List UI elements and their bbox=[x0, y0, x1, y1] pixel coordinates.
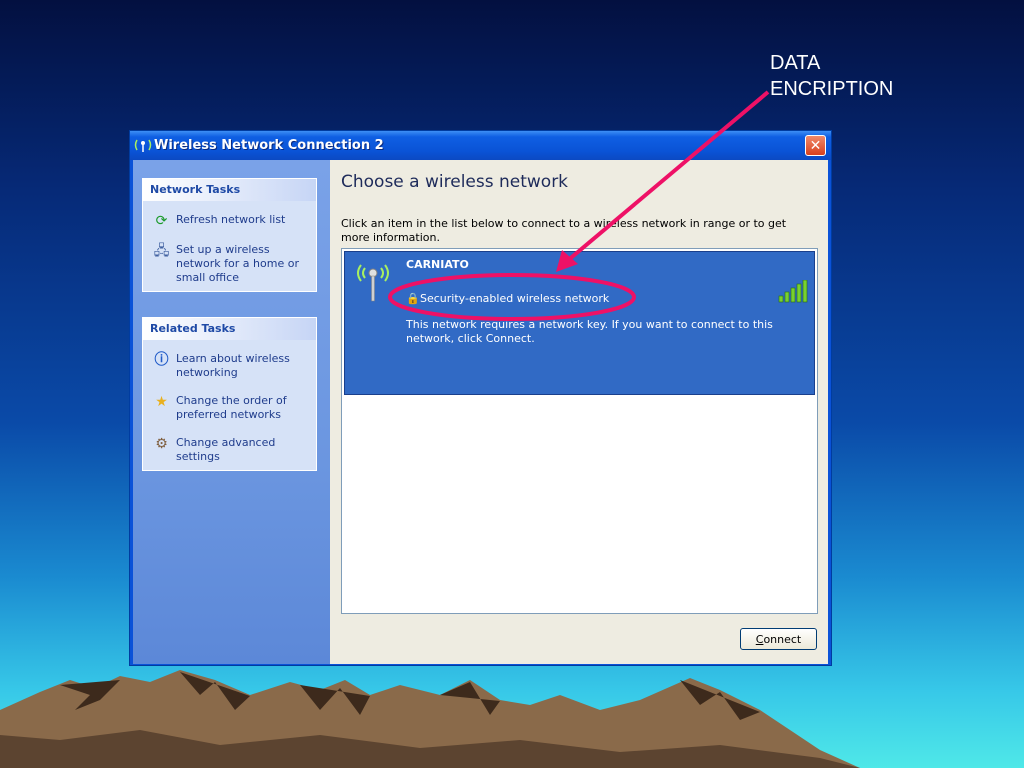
task-label: Change the order of preferred networks bbox=[176, 394, 287, 421]
main-pane: Choose a wireless network Click an item … bbox=[330, 160, 828, 664]
related-tasks-header: Related Tasks bbox=[143, 318, 316, 340]
signal-strength-icon bbox=[778, 280, 808, 303]
close-icon: ✕ bbox=[809, 138, 822, 154]
title-bar[interactable]: Wireless Network Connection 2 ✕ bbox=[130, 131, 831, 160]
network-list[interactable]: CARNIATO 🔒Security-enabled wireless netw… bbox=[341, 248, 818, 614]
list-item-network[interactable]: CARNIATO 🔒Security-enabled wireless netw… bbox=[344, 251, 815, 395]
task-label: Change advanced settings bbox=[176, 436, 276, 463]
window-client: Network Tasks ⟳ Refresh network list 🖧 S… bbox=[133, 160, 828, 664]
signal-bar bbox=[778, 295, 784, 303]
security-label: Security-enabled wireless network bbox=[420, 292, 610, 305]
wireless-title-icon bbox=[134, 139, 152, 152]
info-icon: ⓘ bbox=[154, 352, 169, 368]
task-label: Refresh network list bbox=[176, 213, 286, 226]
settings-icon: ⚙ bbox=[155, 436, 168, 452]
close-button[interactable]: ✕ bbox=[805, 135, 826, 156]
task-setup-wireless[interactable]: 🖧 Set up a wireless network for a home o… bbox=[143, 235, 316, 291]
setup-wireless-icon: 🖧 bbox=[153, 243, 170, 259]
window-title: Wireless Network Connection 2 bbox=[154, 138, 384, 153]
signal-bar bbox=[790, 287, 796, 303]
lock-icon: 🔒 bbox=[406, 292, 420, 305]
network-security: 🔒Security-enabled wireless network bbox=[406, 292, 609, 305]
related-tasks-box: Related Tasks ⓘ Learn about wireless net… bbox=[142, 317, 317, 471]
task-label: Learn about wireless networking bbox=[176, 352, 290, 379]
network-tasks-box: Network Tasks ⟳ Refresh network list 🖧 S… bbox=[142, 178, 317, 292]
connect-button[interactable]: Connect bbox=[740, 628, 817, 650]
annotation-line-1: DATA bbox=[770, 52, 821, 74]
connect-label: onnect bbox=[763, 632, 802, 646]
signal-bar bbox=[784, 291, 790, 303]
signal-bar bbox=[802, 280, 808, 303]
annotation-label: DATA ENCRIPTION bbox=[770, 50, 893, 102]
page-title: Choose a wireless network bbox=[341, 172, 569, 192]
network-tasks-header: Network Tasks bbox=[143, 179, 316, 201]
network-note: This network requires a network key. If … bbox=[406, 318, 773, 345]
refresh-icon: ⟳ bbox=[155, 213, 168, 229]
tasks-pane: Network Tasks ⟳ Refresh network list 🖧 S… bbox=[133, 160, 330, 664]
instructions-text: Click an item in the list below to conne… bbox=[341, 217, 787, 244]
task-change-order[interactable]: ★ Change the order of preferred networks bbox=[143, 386, 316, 428]
task-learn-wireless[interactable]: ⓘ Learn about wireless networking bbox=[143, 348, 316, 386]
task-advanced-settings[interactable]: ⚙ Change advanced settings bbox=[143, 428, 316, 470]
annotation-line-2: ENCRIPTION bbox=[770, 78, 894, 100]
wireless-connection-window: Wireless Network Connection 2 ✕ Network … bbox=[129, 130, 832, 666]
network-name: CARNIATO bbox=[406, 258, 469, 271]
signal-bar bbox=[796, 283, 802, 303]
star-icon: ★ bbox=[155, 394, 168, 410]
wireless-antenna-icon bbox=[357, 264, 389, 302]
task-refresh-network-list[interactable]: ⟳ Refresh network list bbox=[143, 209, 316, 235]
task-label: Set up a wireless network for a home or … bbox=[176, 243, 299, 284]
